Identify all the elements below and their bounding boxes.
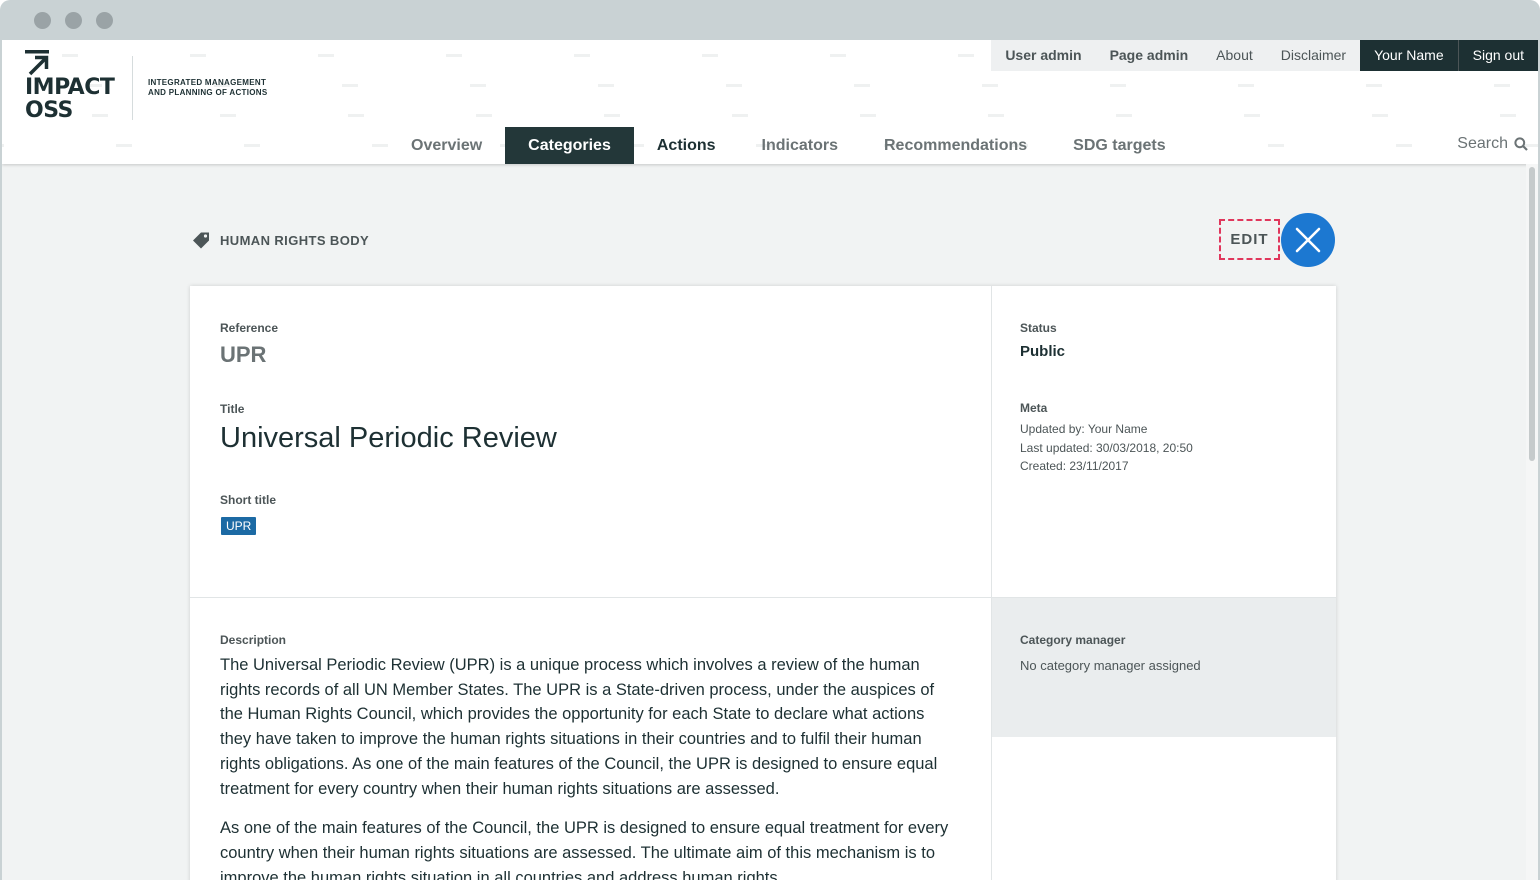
meta-label: Meta: [1020, 401, 1048, 415]
minimize-window-dot[interactable]: [65, 12, 82, 29]
category-type-breadcrumb: HUMAN RIGHTS BODY: [192, 231, 369, 249]
nav-overview[interactable]: Overview: [388, 127, 505, 164]
window-controls: [34, 12, 113, 29]
nav-categories[interactable]: Categories: [505, 127, 634, 164]
page-admin-link[interactable]: Page admin: [1095, 40, 1203, 71]
description-text: The Universal Periodic Review (UPR) is a…: [220, 653, 960, 880]
logo-arrow-icon: [25, 50, 49, 76]
disclaimer-link[interactable]: Disclaimer: [1266, 40, 1361, 71]
page-scrollbar[interactable]: [1526, 164, 1538, 880]
category-manager-value: No category manager assigned: [1020, 658, 1201, 673]
top-navigation: User admin Page admin About Disclaimer Y…: [991, 40, 1538, 71]
tagline-line-1: INTEGRATED MANAGEMENT: [148, 78, 267, 87]
tagline-line-2: AND PLANNING OF ACTIONS: [148, 88, 268, 97]
search-button[interactable]: Search: [1457, 135, 1528, 153]
short-title-badge: UPR: [221, 517, 257, 535]
edit-button[interactable]: EDIT: [1219, 219, 1280, 260]
close-button[interactable]: [1281, 213, 1335, 267]
category-detail-card: Reference UPR Title Universal Periodic R…: [190, 286, 1336, 880]
search-icon: [1514, 137, 1528, 151]
reference-label: Reference: [220, 321, 279, 335]
nav-indicators[interactable]: Indicators: [739, 127, 861, 164]
logo-divider: [132, 56, 133, 120]
page-viewport: IMPACT OSS INTEGRATED MANAGEMENT AND PLA…: [2, 40, 1538, 880]
tag-icon: [193, 232, 209, 249]
meta-updated-by: Updated by: Your Name: [1020, 422, 1148, 436]
user-admin-link[interactable]: User admin: [991, 40, 1096, 71]
nav-actions[interactable]: Actions: [634, 127, 739, 164]
nav-recommendations[interactable]: Recommendations: [861, 127, 1050, 164]
sign-out-link[interactable]: Sign out: [1458, 40, 1538, 71]
search-label: Search: [1457, 135, 1508, 152]
description-paragraph-2: As one of the main features of the Counc…: [220, 819, 949, 880]
category-manager-label: Category manager: [1020, 633, 1126, 647]
about-link[interactable]: About: [1202, 40, 1267, 71]
close-icon: [1295, 227, 1321, 253]
logo-line-2: OSS: [25, 98, 73, 123]
title-label: Title: [220, 402, 245, 416]
description-label: Description: [220, 633, 287, 647]
main-navigation: Overview Categories Actions Indicators R…: [388, 127, 1189, 164]
reference-value: UPR: [220, 342, 267, 367]
logo-line-1: IMPACT: [25, 75, 115, 100]
browser-window: IMPACT OSS INTEGRATED MANAGEMENT AND PLA…: [0, 0, 1540, 880]
column-divider: [991, 286, 992, 880]
meta-info: Updated by: Your Name Last updated: 30/0…: [1020, 420, 1193, 476]
status-label: Status: [1020, 321, 1057, 335]
breadcrumb-label: HUMAN RIGHTS BODY: [220, 232, 370, 248]
status-value: Public: [1020, 343, 1066, 360]
scrollbar-thumb[interactable]: [1529, 167, 1535, 461]
meta-last-updated: Last updated: 30/03/2018, 20:50: [1020, 440, 1193, 455]
title-value: Universal Periodic Review: [220, 422, 557, 454]
site-header: IMPACT OSS INTEGRATED MANAGEMENT AND PLA…: [2, 40, 1538, 164]
logo-wordmark: IMPACT OSS: [25, 75, 115, 123]
logo-tagline: INTEGRATED MANAGEMENT AND PLANNING OF AC…: [148, 78, 268, 98]
close-window-dot[interactable]: [34, 12, 51, 29]
nav-sdg-targets[interactable]: SDG targets: [1050, 127, 1188, 164]
description-paragraph-1: The Universal Periodic Review (UPR) is a…: [220, 656, 938, 798]
maximize-window-dot[interactable]: [96, 12, 113, 29]
user-name-link[interactable]: Your Name: [1360, 40, 1458, 71]
site-logo[interactable]: IMPACT OSS: [22, 48, 134, 128]
short-title-label: Short title: [220, 493, 276, 507]
meta-created: Created: 23/11/2017: [1020, 459, 1129, 473]
